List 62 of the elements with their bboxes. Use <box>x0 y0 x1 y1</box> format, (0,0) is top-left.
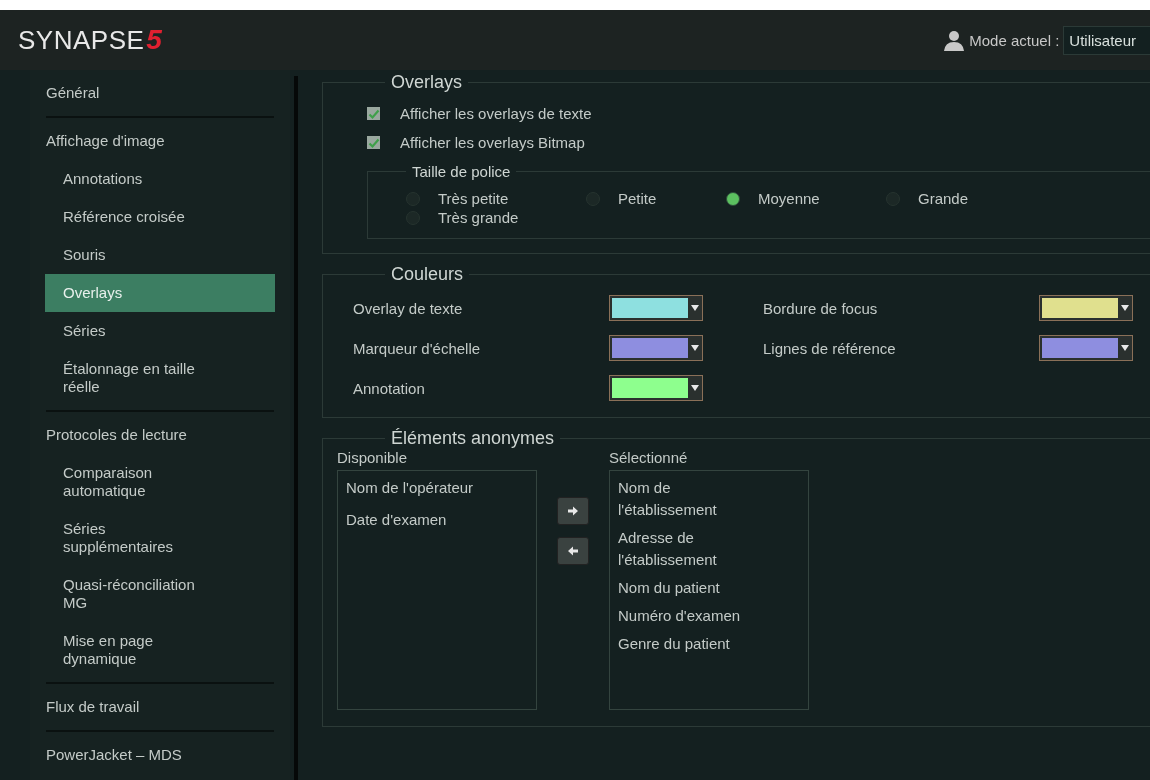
mode-field[interactable]: Utilisateur <box>1063 25 1150 55</box>
logo-mark: 5 <box>146 24 162 56</box>
radio-button[interactable] <box>726 191 740 206</box>
checkbox-label: Afficher les overlays de texte <box>400 105 592 122</box>
sidebar-item[interactable]: Étalonnage en taille réelle <box>45 350 275 406</box>
list-item[interactable]: Nom de l'établissement <box>618 477 748 521</box>
color-picker[interactable] <box>609 335 703 361</box>
list-item[interactable]: Nom de l'opérateur <box>346 477 528 499</box>
caret-icon <box>1121 305 1129 311</box>
sidebar-item[interactable]: Overlays <box>45 274 275 312</box>
caret-icon <box>691 345 699 351</box>
arrow-left-icon <box>567 545 579 557</box>
sidebar-item[interactable]: Référence croisée <box>45 198 275 236</box>
group-title: Taille de police <box>411 163 512 180</box>
section-title: Overlays <box>390 72 463 93</box>
move-left-button[interactable] <box>557 537 589 565</box>
radio-label: Très petite <box>438 190 509 207</box>
color-picker[interactable] <box>609 295 703 321</box>
color-label: Bordure de focus <box>763 299 878 317</box>
sidebar-item[interactable]: Flux de travail <box>45 688 275 726</box>
radio-label: Grande <box>918 190 969 207</box>
sidebar-item[interactable]: Général <box>45 74 275 112</box>
color-picker[interactable] <box>1039 335 1133 361</box>
user-icon <box>943 29 966 51</box>
section-title: Éléments anonymes <box>390 428 556 449</box>
sidebar-item[interactable]: Souris <box>45 236 275 274</box>
list-item[interactable]: Date d'examen <box>346 509 528 531</box>
caret-icon <box>691 385 699 391</box>
sidebar-item[interactable]: Annotations <box>45 160 275 198</box>
arrow-right-icon <box>567 505 579 517</box>
list-item[interactable]: Genre du patient <box>618 633 748 655</box>
sidebar-item[interactable]: Séries supplémentaires <box>45 510 275 566</box>
list-item[interactable]: Adresse de l'établissement <box>618 527 748 571</box>
list-item[interactable]: Nom du patient <box>618 577 748 599</box>
sidebar-item[interactable]: Mise en page dynamique <box>45 622 275 678</box>
color-label: Lignes de référence <box>763 339 896 357</box>
radio-label: Très grande <box>438 209 519 226</box>
checkbox-label: Afficher les overlays Bitmap <box>400 134 585 151</box>
section-title: Couleurs <box>390 264 465 285</box>
color-label: Marqueur d'échelle <box>353 339 481 357</box>
sidebar-item[interactable]: Séries <box>45 312 275 350</box>
move-right-button[interactable] <box>557 497 589 525</box>
sidebar-item[interactable]: Affichage d'image <box>45 122 275 160</box>
color-label: Overlay de texte <box>353 299 463 317</box>
list-item[interactable]: Numéro d'examen <box>618 605 748 627</box>
sidebar-item[interactable]: Protocoles de lecture <box>45 416 275 454</box>
caret-icon <box>1121 345 1129 351</box>
color-picker[interactable] <box>1039 295 1133 321</box>
sidebar-item[interactable]: Comparaison automatique <box>45 454 275 510</box>
mode-label: Mode actuel : <box>969 31 1060 49</box>
sidebar-item[interactable]: PowerJacket – MDS <box>45 736 275 774</box>
radio-label: Petite <box>618 190 657 207</box>
color-label: Annotation <box>353 379 425 397</box>
sidebar-item[interactable]: Quasi-réconciliation MG <box>45 566 275 622</box>
list-title: Sélectionné <box>609 449 689 466</box>
logo-text: SYNAPSE <box>18 24 145 56</box>
radio-label: Moyenne <box>758 190 820 207</box>
color-picker[interactable] <box>609 375 703 401</box>
checkbox[interactable] <box>367 136 380 149</box>
list-title: Disponible <box>337 449 409 466</box>
checkbox[interactable] <box>367 107 380 120</box>
caret-icon <box>691 305 699 311</box>
